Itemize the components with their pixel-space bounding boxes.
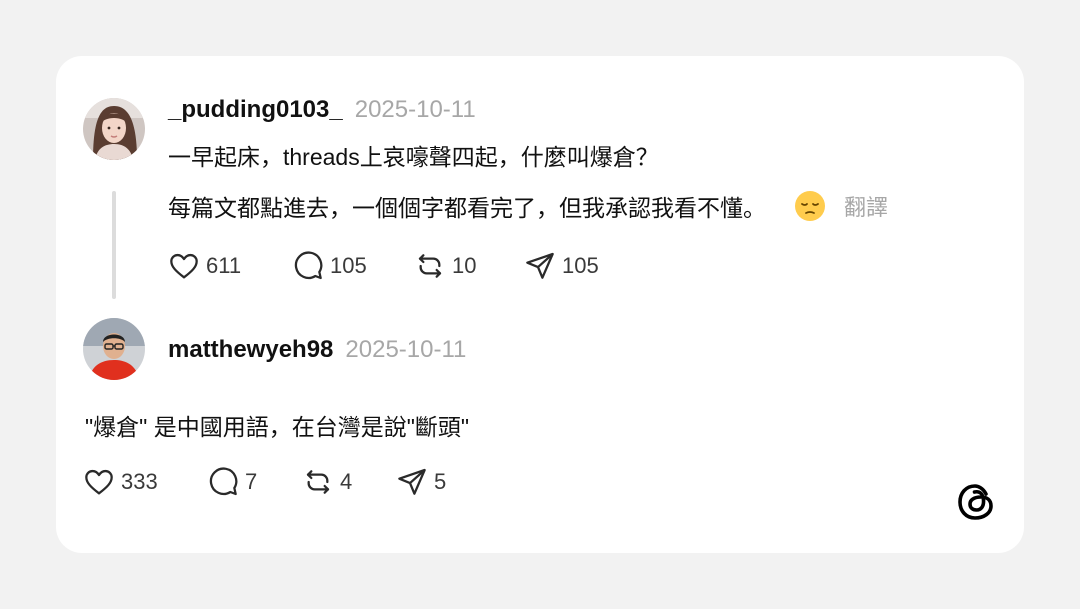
post1-share-count: 105 (562, 253, 599, 278)
avatar-pudding[interactable] (83, 98, 145, 160)
avatar-matthewyeh[interactable] (83, 318, 145, 380)
post2-repost-count: 4 (340, 469, 353, 494)
post1-text-line1: 一早起床，threads上哀嚎聲四起，什麼叫爆倉？ (168, 144, 659, 170)
repost-icon (418, 254, 442, 278)
post1-share-button[interactable]: 105 (524, 250, 599, 282)
repost-icon (306, 470, 330, 494)
pensive-face-icon (794, 190, 826, 222)
post1-repost-button[interactable]: 10 (414, 250, 524, 282)
post2-like-button[interactable]: 333 (83, 466, 207, 498)
post2-actions: 333 7 4 5 (83, 466, 446, 498)
post1-reply-button[interactable]: 105 (292, 250, 414, 282)
post1-reply-count: 105 (330, 253, 367, 278)
post1-text-line2-row: 每篇文都點進去，一個個字都看完了，但我承認我看不懂。 翻譯 (168, 189, 888, 223)
post2-share-button[interactable]: 5 (396, 466, 446, 498)
send-icon (526, 252, 554, 279)
post2-timestamp: 2025-10-11 (345, 336, 467, 363)
send-icon (398, 468, 426, 495)
comment-bubble-icon (294, 251, 323, 280)
translate-link[interactable]: 翻譯 (844, 190, 888, 222)
post2-reply-count: 7 (245, 469, 258, 494)
post2-reply-button[interactable]: 7 (207, 466, 302, 498)
post2-header: matthewyeh98 2025-10-11 (168, 336, 466, 364)
post2-text: "爆倉" 是中國用語，在台灣是說"斷頭" (85, 414, 470, 440)
post1-header: _pudding0103_ 2025-10-11 (168, 96, 476, 124)
threads-card: _pudding0103_ 2025-10-11 一早起床，threads上哀嚎… (56, 56, 1024, 553)
threads-logo-icon (954, 480, 998, 524)
post1-repost-count: 10 (452, 253, 477, 278)
post1-username[interactable]: _pudding0103_ (168, 96, 343, 124)
post2-repost-button[interactable]: 4 (302, 466, 396, 498)
post1-like-count: 611 (206, 253, 242, 278)
post2-username[interactable]: matthewyeh98 (168, 336, 333, 364)
post1-like-button[interactable]: 611 (168, 250, 292, 282)
heart-icon (170, 253, 198, 279)
heart-icon (85, 469, 113, 495)
post1-text-line2: 每篇文都點進去，一個個字都看完了，但我承認我看不懂。 (168, 195, 766, 221)
thread-connector-line (112, 191, 116, 299)
comment-bubble-icon (209, 467, 238, 496)
post2-share-count: 5 (434, 469, 447, 494)
post1-actions: 611 105 10 105 (168, 250, 599, 282)
post1-timestamp: 2025-10-11 (354, 96, 476, 123)
post2-like-count: 333 (121, 469, 158, 494)
